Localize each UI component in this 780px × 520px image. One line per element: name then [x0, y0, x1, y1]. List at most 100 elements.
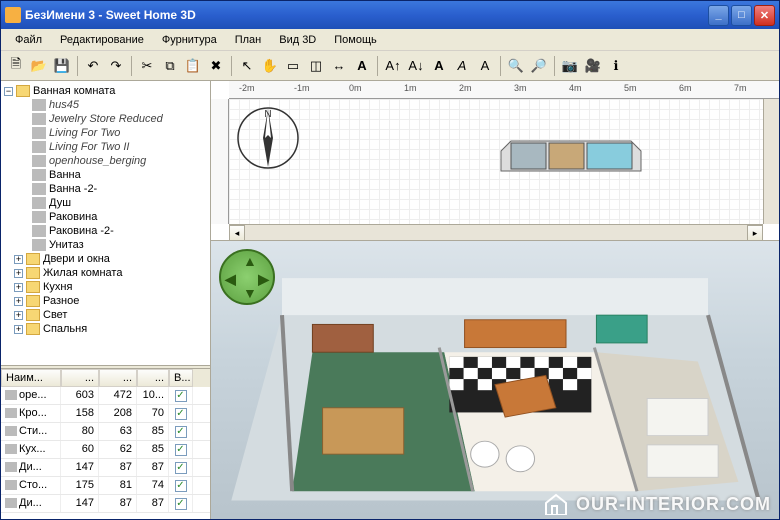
table-row[interactable]: Сти...806385✓ [1, 423, 210, 441]
wall-icon[interactable]: ▭ [282, 55, 304, 77]
about-icon[interactable]: ℹ [605, 55, 627, 77]
text-icon[interactable]: A [351, 55, 373, 77]
video-icon[interactable]: 🎥 [582, 55, 604, 77]
cell-visible[interactable]: ✓ [169, 495, 193, 512]
nav-right-icon[interactable]: ▶ [258, 271, 269, 288]
paste-icon[interactable]: 📋 [182, 55, 204, 77]
ruler-tick: 5m [624, 83, 637, 93]
scroll-right-icon[interactable]: ▸ [747, 225, 763, 241]
catalog-folder[interactable]: +Разное [4, 294, 207, 308]
catalog-item[interactable]: Душ [4, 196, 207, 210]
new-icon[interactable]: 🗎 [5, 55, 27, 77]
maximize-button[interactable]: □ [731, 5, 752, 26]
cell-visible[interactable]: ✓ [169, 423, 193, 440]
catalog-item[interactable]: Раковина -2- [4, 224, 207, 238]
scrollbar-horizontal[interactable]: ◂ ▸ [229, 224, 763, 240]
ruler-tick: -2m [239, 83, 255, 93]
cell-width: 175 [61, 477, 99, 494]
compass-icon[interactable]: N [235, 105, 301, 171]
expand-icon[interactable]: + [14, 283, 23, 292]
minimize-button[interactable]: _ [708, 5, 729, 26]
catalog-item[interactable]: Унитаз [4, 238, 207, 252]
collapse-icon[interactable]: − [4, 87, 13, 96]
col-visible[interactable]: В... [169, 369, 193, 387]
save-icon[interactable]: 💾 [51, 55, 73, 77]
catalog-item[interactable]: openhouse_berging [4, 154, 207, 168]
col-name[interactable]: Наим... [1, 369, 61, 387]
bold-icon[interactable]: A [428, 55, 450, 77]
catalog-folder[interactable]: +Жилая комната [4, 266, 207, 280]
catalog-folder[interactable]: +Кухня [4, 280, 207, 294]
titlebar[interactable]: БезИмени 3 - Sweet Home 3D _ □ ✕ [1, 1, 779, 29]
table-row[interactable]: Кух...606285✓ [1, 441, 210, 459]
tree-root[interactable]: − Ванная комната [4, 84, 207, 98]
cell-height: 87 [137, 495, 169, 512]
copy-icon[interactable]: ⧉ [159, 55, 181, 77]
cursor-icon[interactable]: ↖ [236, 55, 258, 77]
cell-visible[interactable]: ✓ [169, 405, 193, 422]
floorplan-preview[interactable] [491, 121, 651, 181]
dimension-icon[interactable]: ↔ [328, 55, 350, 77]
scrollbar-vertical[interactable] [763, 99, 779, 224]
cut-icon[interactable]: ✂ [136, 55, 158, 77]
furniture-table[interactable]: Наим... ... ... ... В... оре...60347210.… [1, 369, 210, 519]
catalog-folder[interactable]: +Двери и окна [4, 252, 207, 266]
catalog-folder[interactable]: +Свет [4, 308, 207, 322]
catalog-item[interactable]: Living For Two [4, 126, 207, 140]
camera-icon[interactable]: 📷 [559, 55, 581, 77]
nav-left-icon[interactable]: ◀ [225, 271, 236, 288]
open-icon[interactable]: 📂 [28, 55, 50, 77]
zoom-in-icon[interactable]: 🔍 [505, 55, 527, 77]
cell-visible[interactable]: ✓ [169, 459, 193, 476]
cell-visible[interactable]: ✓ [169, 387, 193, 404]
italic-icon[interactable]: A [451, 55, 473, 77]
nav-up-icon[interactable]: ▲ [243, 253, 257, 269]
cell-visible[interactable]: ✓ [169, 477, 193, 494]
catalog-item[interactable]: Ванна [4, 168, 207, 182]
expand-icon[interactable]: + [14, 311, 23, 320]
menu-file[interactable]: Файл [7, 32, 50, 48]
ruler-tick: 0m [349, 83, 362, 93]
table-row[interactable]: Сто...1758174✓ [1, 477, 210, 495]
increase-icon[interactable]: A↑ [382, 55, 404, 77]
zoom-out-icon[interactable]: 🔎 [528, 55, 550, 77]
redo-icon[interactable]: ↷ [105, 55, 127, 77]
table-row[interactable]: Ди...1478787✓ [1, 459, 210, 477]
catalog-item[interactable]: hus45 [4, 98, 207, 112]
catalog-item[interactable]: Living For Two II [4, 140, 207, 154]
delete-icon[interactable]: ✖ [205, 55, 227, 77]
pan-icon[interactable]: ✋ [259, 55, 281, 77]
close-button[interactable]: ✕ [754, 5, 775, 26]
room-icon[interactable]: ◫ [305, 55, 327, 77]
scroll-left-icon[interactable]: ◂ [229, 225, 245, 241]
plan-2d-view[interactable]: -2m-1m0m1m2m3m4m5m6m7m N [211, 81, 779, 241]
decrease-icon[interactable]: A↓ [405, 55, 427, 77]
table-row[interactable]: Кро...15820870✓ [1, 405, 210, 423]
item-icon [32, 113, 46, 125]
catalog-item[interactable]: Раковина [4, 210, 207, 224]
catalog-tree[interactable]: − Ванная комната hus45Jewelry Store Redu… [1, 81, 210, 365]
menu-furniture[interactable]: Фурнитура [154, 32, 225, 48]
undo-icon[interactable]: ↶ [82, 55, 104, 77]
menu-view3d[interactable]: Вид 3D [271, 32, 324, 48]
expand-icon[interactable]: + [14, 297, 23, 306]
cell-visible[interactable]: ✓ [169, 441, 193, 458]
3d-nav-control[interactable]: ▲ ▼ ◀ ▶ [219, 249, 275, 305]
expand-icon[interactable]: + [14, 325, 23, 334]
col-height[interactable]: ... [137, 369, 169, 387]
col-width[interactable]: ... [61, 369, 99, 387]
expand-icon[interactable]: + [14, 269, 23, 278]
expand-icon[interactable]: + [14, 255, 23, 264]
menu-help[interactable]: Помощь [326, 32, 385, 48]
catalog-folder[interactable]: +Спальня [4, 322, 207, 336]
table-row[interactable]: оре...60347210...✓ [1, 387, 210, 405]
menu-edit[interactable]: Редактирование [52, 32, 152, 48]
col-depth[interactable]: ... [99, 369, 137, 387]
view-3d-canvas[interactable]: ▲ ▼ ◀ ▶ OUR-INTERIOR.COM [211, 241, 779, 519]
menu-plan[interactable]: План [227, 32, 270, 48]
style-icon[interactable]: A [474, 55, 496, 77]
nav-down-icon[interactable]: ▼ [243, 285, 257, 301]
catalog-item[interactable]: Jewelry Store Reduced [4, 112, 207, 126]
catalog-item[interactable]: Ванна -2- [4, 182, 207, 196]
table-row[interactable]: Ди...1478787✓ [1, 495, 210, 513]
